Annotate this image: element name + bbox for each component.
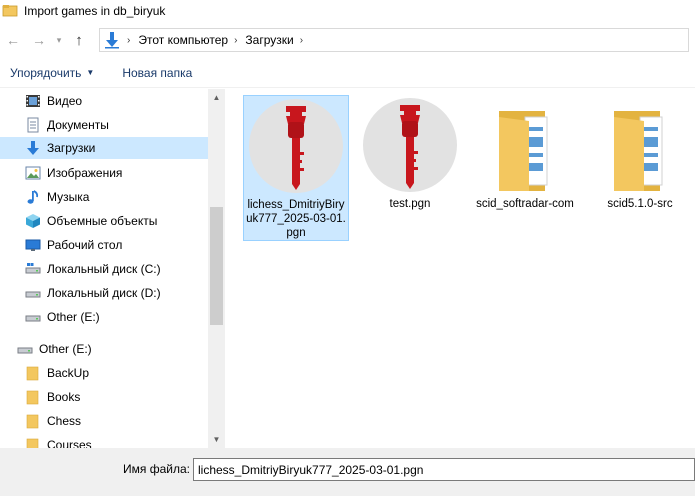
sidebar-item-label: Музыка	[47, 190, 90, 204]
desktop-icon	[25, 237, 41, 253]
recent-locations-button[interactable]: ▾	[52, 27, 66, 53]
navigation-pane: Видео Документы Загрузки Изображения Муз…	[0, 89, 208, 448]
forward-button[interactable]: →	[26, 27, 52, 53]
video-icon	[25, 93, 41, 109]
sidebar-item-chess[interactable]: Chess	[0, 410, 208, 432]
breadcrumb-this-pc[interactable]: Этот компьютер	[138, 33, 228, 47]
pictures-icon	[25, 165, 41, 181]
command-bar: Упорядочить ▼ Новая папка	[0, 58, 695, 88]
sidebar-item-label: Видео	[47, 94, 83, 108]
sidebar-item-3d-objects[interactable]: Объемные объекты	[0, 210, 208, 232]
sidebar-item-desktop[interactable]: Рабочий стол	[0, 234, 208, 256]
file-item[interactable]: test.pgn	[357, 95, 463, 241]
sidebar-item-label: Chess	[47, 414, 82, 428]
folder-name: scid_softradar-com	[476, 198, 574, 210]
file-name: lichess_DmitriyBiryuk777_2025-03-01.pgn	[246, 199, 346, 239]
sidebar-item-books[interactable]: Books	[0, 386, 208, 408]
drive-icon	[25, 309, 41, 325]
scroll-down-icon[interactable]: ▼	[208, 431, 225, 448]
folder-icon	[592, 97, 688, 193]
sidebar-item-backup[interactable]: BackUp	[0, 362, 208, 384]
sidebar-item-video[interactable]: Видео	[0, 90, 208, 112]
sidebar-item-label: Courses	[47, 438, 92, 448]
folder-name: scid5.1.0-src	[607, 198, 673, 210]
file-name: test.pgn	[389, 198, 431, 210]
breadcrumb-separator[interactable]: ›	[127, 35, 130, 46]
sidebar-item-drive-c[interactable]: Локальный диск (C:)	[0, 258, 208, 280]
sidebar-item-downloads[interactable]: Загрузки	[0, 137, 208, 159]
filename-label: Имя файла:	[123, 462, 190, 476]
organize-button[interactable]: Упорядочить ▼	[0, 66, 104, 80]
breadcrumb-separator[interactable]: ›	[234, 35, 237, 46]
chevron-down-icon: ▼	[86, 68, 95, 77]
sidebar-item-label: Загрузки	[47, 141, 96, 155]
up-button[interactable]: ↑	[66, 27, 92, 53]
chess-rook-icon	[362, 97, 458, 193]
sidebar-item-courses[interactable]: Courses	[0, 434, 208, 448]
sidebar-item-label: Other (E:)	[47, 310, 100, 324]
folder-item[interactable]: scid_softradar-com	[472, 95, 578, 241]
drive-icon	[25, 261, 41, 277]
filename-bar: Имя файла:	[0, 448, 695, 496]
title-bar: Import games in db_biryuk	[0, 0, 695, 22]
filename-input[interactable]	[193, 458, 695, 481]
sidebar-item-drive-e-root[interactable]: Other (E:)	[0, 338, 208, 360]
folder-icon	[25, 389, 41, 405]
folder-icon	[25, 437, 41, 448]
folder-item[interactable]: scid5.1.0-src	[587, 95, 693, 241]
chess-rook-icon	[248, 98, 344, 194]
music-icon	[25, 189, 41, 205]
sidebar-item-music[interactable]: Музыка	[0, 186, 208, 208]
scrollbar-thumb[interactable]	[210, 207, 223, 325]
sidebar-item-label: Локальный диск (D:)	[47, 286, 161, 300]
sidebar-item-label: Объемные объекты	[47, 214, 158, 228]
folder-icon	[25, 365, 41, 381]
drive-icon	[17, 341, 33, 357]
sidebar-item-label: Рабочий стол	[47, 238, 123, 252]
scroll-up-icon[interactable]: ▲	[208, 89, 225, 106]
sidebar-item-documents[interactable]: Документы	[0, 114, 208, 136]
address-bar[interactable]: › Этот компьютер › Загрузки ›	[99, 28, 689, 52]
sidebar-item-drive-e[interactable]: Other (E:)	[0, 306, 208, 328]
folder-icon	[25, 413, 41, 429]
file-view: lichess_DmitriyBiryuk777_2025-03-01.pgn …	[232, 89, 695, 448]
sidebar-scrollbar[interactable]: ▲ ▼	[208, 89, 225, 448]
folder-icon	[477, 97, 573, 193]
downloads-icon	[25, 140, 41, 156]
sidebar-item-label: Изображения	[47, 166, 123, 180]
3d-objects-icon	[25, 213, 41, 229]
sidebar-item-label: Books	[47, 390, 81, 404]
sidebar-item-label: Локальный диск (C:)	[47, 262, 161, 276]
window-title: Import games in db_biryuk	[24, 4, 166, 18]
drive-icon	[25, 285, 41, 301]
sidebar-item-label: Other (E:)	[39, 342, 92, 356]
sidebar-item-drive-d[interactable]: Локальный диск (D:)	[0, 282, 208, 304]
navigation-bar: ← → ▾ ↑ › Этот компьютер › Загрузки ›	[0, 26, 695, 54]
downloads-icon	[103, 31, 121, 49]
app-icon	[2, 3, 18, 19]
breadcrumb-downloads[interactable]: Загрузки	[245, 33, 293, 47]
sidebar-item-pictures[interactable]: Изображения	[0, 162, 208, 184]
back-button[interactable]: ←	[0, 27, 26, 53]
file-item[interactable]: lichess_DmitriyBiryuk777_2025-03-01.pgn	[243, 95, 349, 241]
sidebar-item-label: BackUp	[47, 366, 90, 380]
sidebar-item-label: Документы	[47, 118, 109, 132]
organize-label: Упорядочить	[10, 65, 82, 80]
documents-icon	[25, 117, 41, 133]
new-folder-button[interactable]: Новая папка	[112, 66, 202, 80]
breadcrumb-separator[interactable]: ›	[300, 35, 303, 46]
